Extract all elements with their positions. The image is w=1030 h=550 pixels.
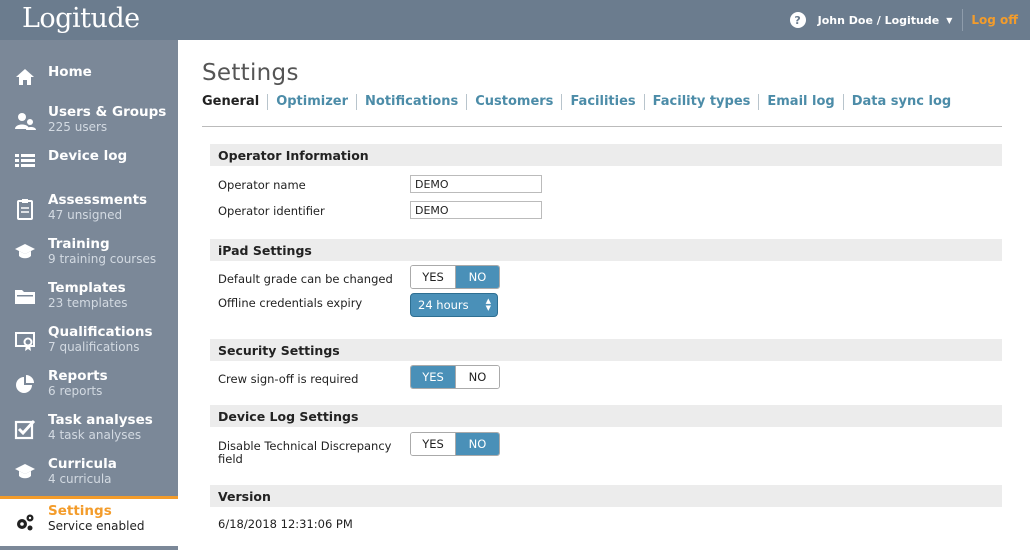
sidebar-item-label: Assessments	[48, 192, 148, 208]
sidebar-item-settings[interactable]: Settings Service enabled	[0, 496, 178, 546]
logoff-link[interactable]: Log off	[963, 13, 1030, 27]
sidebar-item-sublabel: 47 unsigned	[48, 208, 123, 222]
main-content: Settings General Optimizer Notifications…	[202, 60, 1002, 531]
sidebar-item-sublabel: 7 qualifications	[48, 340, 140, 354]
section-heading: Operator Information	[218, 148, 369, 163]
sidebar-item-templates[interactable]: Templates 23 templates	[0, 280, 178, 324]
sidebar-item-task-analyses[interactable]: Task analyses 4 task analyses	[0, 412, 178, 456]
tab-email-log[interactable]: Email log	[758, 94, 842, 110]
section-security-settings: Security Settings	[210, 339, 1002, 361]
sidebar-item-label: Qualifications	[48, 324, 153, 340]
section-heading: Device Log Settings	[218, 409, 359, 424]
sidebar-item-sublabel: Service enabled	[48, 519, 145, 533]
sidebar-item-training[interactable]: Training 9 training courses	[0, 236, 178, 280]
graduation-cap-icon	[14, 460, 36, 482]
operator-identifier-input[interactable]	[410, 201, 542, 219]
toggle-yes-button[interactable]: YES	[411, 266, 455, 288]
section-heading: iPad Settings	[218, 243, 312, 258]
sidebar-item-qualifications[interactable]: Qualifications 7 qualifications	[0, 324, 178, 368]
section-heading: Version	[218, 489, 271, 504]
sidebar-item-curricula[interactable]: Curricula 4 curricula	[0, 456, 178, 500]
version-value: 6/18/2018 12:31:06 PM	[218, 517, 353, 531]
settings-tabs: General Optimizer Notifications Customer…	[202, 94, 959, 110]
tab-facility-types[interactable]: Facility types	[643, 94, 759, 110]
sidebar-item-sublabel: 6 reports	[48, 384, 103, 398]
gears-icon	[14, 511, 36, 533]
operator-name-label: Operator name	[218, 178, 306, 192]
sidebar-item-label: Settings	[48, 503, 112, 519]
section-operator-information: Operator Information	[210, 144, 1002, 166]
section-version: Version	[210, 485, 1002, 507]
default-grade-label: Default grade can be changed	[218, 272, 393, 286]
toggle-yes-button[interactable]: YES	[411, 433, 455, 455]
home-icon	[14, 66, 36, 88]
section-ipad-settings: iPad Settings	[210, 239, 1002, 261]
caret-down-icon: ▼	[946, 15, 953, 25]
crew-signoff-toggle: YES NO	[410, 365, 500, 389]
default-grade-toggle: YES NO	[410, 265, 500, 289]
offline-expiry-label: Offline credentials expiry	[218, 296, 363, 310]
section-heading: Security Settings	[218, 343, 340, 358]
user-menu[interactable]: John Doe / Logitude ▼	[818, 9, 964, 31]
toggle-no-button[interactable]: NO	[455, 366, 499, 388]
sidebar-item-label: Device log	[48, 148, 128, 164]
sidebar-item-sublabel: 9 training courses	[48, 252, 157, 266]
toggle-yes-button[interactable]: YES	[411, 366, 455, 388]
graduation-cap-icon	[14, 240, 36, 262]
clipboard-icon	[14, 198, 36, 220]
sidebar-item-sublabel: 4 task analyses	[48, 428, 142, 442]
logitude-logo[interactable]: Logitude	[22, 3, 140, 34]
tabs-divider	[202, 126, 1002, 127]
sidebar-item-label: Home	[48, 64, 92, 80]
checkbox-icon	[14, 418, 36, 440]
pie-chart-icon	[14, 374, 36, 396]
page-title: Settings	[202, 60, 299, 86]
users-icon	[14, 110, 36, 132]
sidebar-item-sublabel: 23 templates	[48, 296, 128, 310]
header-right: ? John Doe / Logitude ▼ Log off	[789, 0, 1030, 40]
tab-facilities[interactable]: Facilities	[561, 94, 643, 110]
sidebar-item-reports[interactable]: Reports 6 reports	[0, 368, 178, 412]
disable-discrepancy-toggle: YES NO	[410, 432, 500, 456]
toggle-no-button[interactable]: NO	[455, 266, 499, 288]
section-device-log-settings: Device Log Settings	[210, 405, 1002, 427]
folder-icon	[14, 286, 36, 308]
crew-signoff-label: Crew sign-off is required	[218, 372, 359, 386]
operator-name-input[interactable]	[410, 175, 542, 193]
sidebar-item-label: Reports	[48, 368, 108, 384]
sidebar-item-assessments[interactable]: Assessments 47 unsigned	[0, 192, 178, 236]
sidebar-item-label: Training	[48, 236, 110, 252]
top-header: Logitude ? John Doe / Logitude ▼ Log off	[0, 0, 1030, 40]
updown-arrows-icon: ▲ ▼	[485, 297, 491, 312]
sidebar: Home Users & Groups 225 users Device log…	[0, 40, 178, 550]
tab-data-sync-log[interactable]: Data sync log	[842, 94, 959, 110]
user-name: John Doe / Logitude	[817, 13, 940, 27]
sidebar-item-label: Curricula	[48, 456, 117, 472]
select-value: 24 hours	[418, 298, 469, 312]
tab-customers[interactable]: Customers	[466, 94, 561, 110]
tab-notifications[interactable]: Notifications	[356, 94, 466, 110]
help-icon[interactable]: ?	[789, 12, 806, 28]
sidebar-item-users-groups[interactable]: Users & Groups 225 users	[0, 104, 178, 148]
operator-identifier-label: Operator identifier	[218, 204, 325, 218]
toggle-no-button[interactable]: NO	[455, 433, 499, 455]
tab-general[interactable]: General	[202, 94, 267, 110]
sidebar-item-device-log[interactable]: Device log	[0, 148, 178, 192]
list-icon	[14, 150, 36, 172]
disable-discrepancy-label-line2: field	[218, 452, 243, 466]
disable-discrepancy-label-line1: Disable Technical Discrepancy	[218, 439, 392, 453]
sidebar-item-label: Users & Groups	[48, 104, 167, 120]
certificate-icon	[14, 330, 36, 352]
sidebar-item-home[interactable]: Home	[0, 64, 178, 108]
offline-expiry-select[interactable]: 24 hours ▲ ▼	[410, 293, 498, 317]
sidebar-item-sublabel: 225 users	[48, 120, 108, 134]
tab-optimizer[interactable]: Optimizer	[267, 94, 356, 110]
sidebar-item-label: Templates	[48, 280, 126, 296]
sidebar-item-sublabel: 4 curricula	[48, 472, 112, 486]
sidebar-item-label: Task analyses	[48, 412, 153, 428]
